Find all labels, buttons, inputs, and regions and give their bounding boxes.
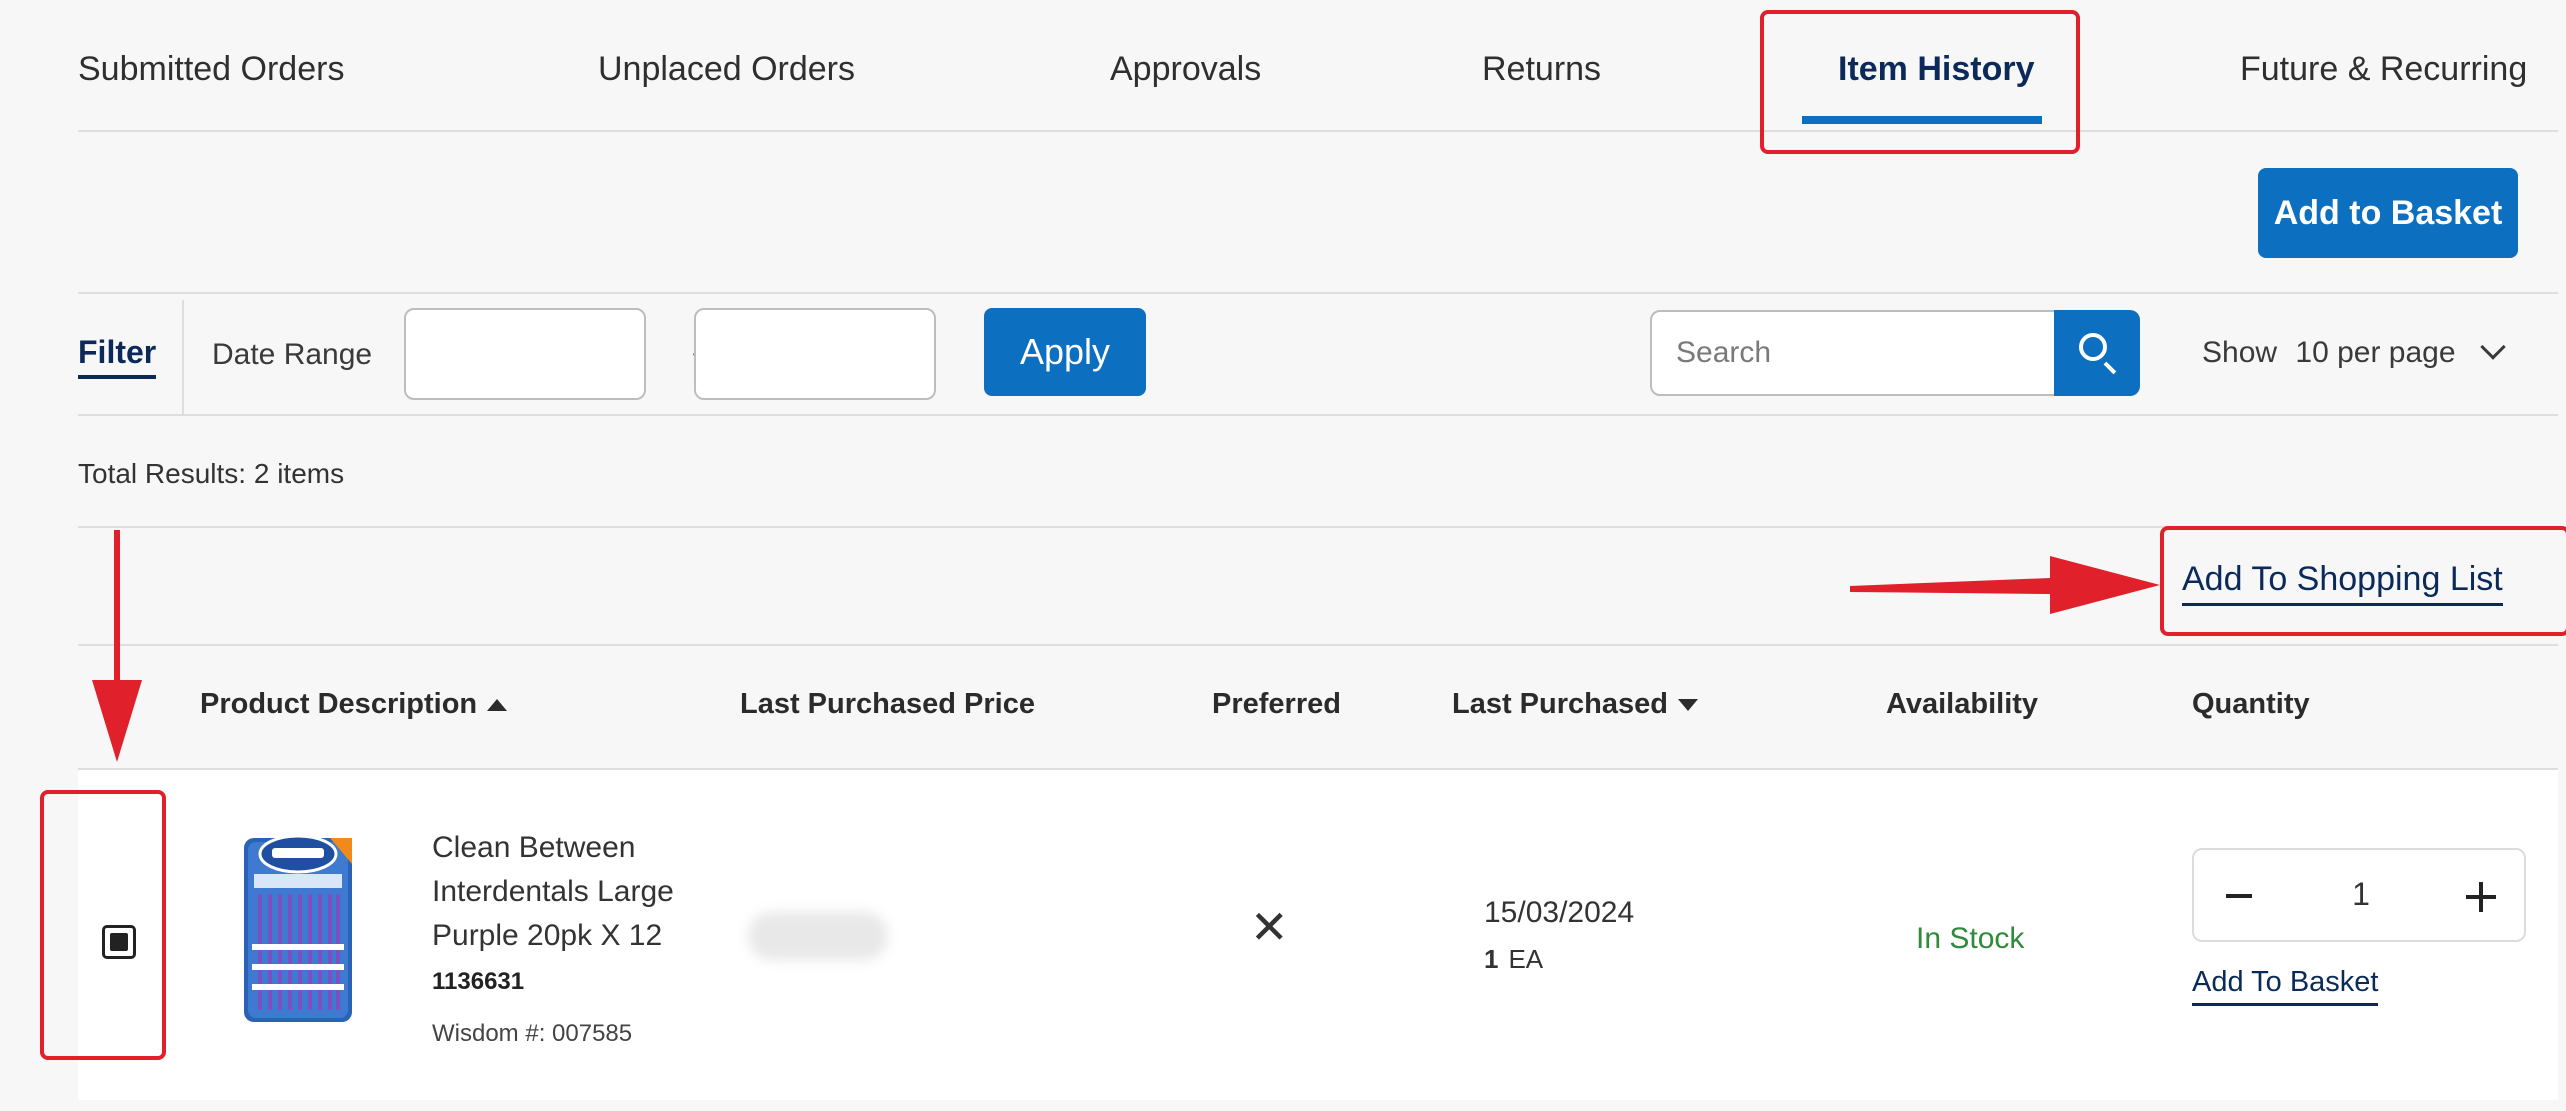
add-to-basket-button[interactable]: Add to Basket bbox=[2258, 168, 2518, 258]
plus-icon[interactable] bbox=[2466, 882, 2496, 912]
wisdom-number: Wisdom #: 007585 bbox=[432, 1020, 633, 1047]
chevron-down-icon bbox=[2480, 334, 2506, 360]
annotation-box-item-history bbox=[1760, 10, 2080, 154]
date-range-label: Date Range bbox=[212, 338, 373, 371]
date-to-input[interactable] bbox=[694, 308, 936, 400]
preferred-x-icon[interactable]: ✕ bbox=[1250, 900, 1289, 954]
tab-future-recurring[interactable]: Future & Recurring bbox=[2240, 50, 2527, 89]
search-input[interactable] bbox=[1650, 310, 2058, 396]
tab-unplaced-orders[interactable]: Unplaced Orders bbox=[598, 50, 855, 89]
search-button[interactable] bbox=[2054, 310, 2140, 396]
col-label: Last Purchased bbox=[1452, 688, 1668, 720]
last-purchased-price-blurred bbox=[748, 912, 888, 960]
availability-status: In Stock bbox=[1916, 922, 2025, 955]
filter-link[interactable]: Filter bbox=[78, 334, 157, 379]
col-label: Product Description bbox=[200, 688, 478, 720]
last-purchased-qty-value: 1 bbox=[1484, 944, 1499, 974]
annotation-arrow-down bbox=[92, 530, 142, 762]
col-quantity: Quantity bbox=[2192, 688, 2310, 720]
item-history-page: Submitted Orders Unplaced Orders Approva… bbox=[30, 0, 2566, 1111]
col-preferred: Preferred bbox=[1212, 688, 1341, 720]
apply-button[interactable]: Apply bbox=[984, 308, 1146, 396]
product-sku: 1136631 bbox=[432, 968, 525, 995]
filter-divider bbox=[182, 300, 184, 414]
annotation-box-shopping-list bbox=[2160, 526, 2566, 636]
search-icon-handle bbox=[2103, 361, 2117, 375]
order-tabs: Submitted Orders Unplaced Orders Approva… bbox=[78, 50, 2558, 132]
minus-icon[interactable] bbox=[2226, 894, 2252, 898]
col-availability: Availability bbox=[1886, 688, 2039, 720]
tab-submitted-orders[interactable]: Submitted Orders bbox=[78, 50, 344, 89]
col-product-description[interactable]: Product Description bbox=[200, 688, 508, 721]
per-page-value: 10 per page bbox=[2295, 336, 2456, 369]
col-last-purchased[interactable]: Last Purchased bbox=[1452, 688, 1698, 721]
row-add-to-basket-link[interactable]: Add To Basket bbox=[2192, 966, 2379, 1006]
divider bbox=[78, 414, 2558, 416]
total-results: Total Results: 2 items bbox=[78, 458, 345, 489]
sort-up-icon bbox=[487, 699, 508, 711]
last-purchased-unit: EA bbox=[1508, 944, 1544, 974]
product-name[interactable]: Clean Between Interdentals Large Purple … bbox=[432, 826, 732, 958]
divider bbox=[78, 644, 2558, 646]
tab-approvals[interactable]: Approvals bbox=[1110, 50, 1261, 89]
sort-down-icon bbox=[1677, 699, 1698, 711]
date-from-input[interactable] bbox=[404, 308, 646, 400]
annotation-arrow-right bbox=[1850, 556, 2160, 614]
tab-returns[interactable]: Returns bbox=[1482, 50, 1601, 89]
col-last-purchased-price: Last Purchased Price bbox=[740, 688, 1035, 720]
last-purchased-qty: 1 EA bbox=[1484, 944, 1543, 975]
product-image bbox=[244, 834, 352, 1022]
per-page-select[interactable]: Show 10 per page bbox=[2202, 334, 2506, 370]
annotation-box-checkbox bbox=[40, 790, 166, 1060]
quantity-value[interactable]: 1 bbox=[2344, 876, 2378, 913]
show-label: Show bbox=[2202, 336, 2278, 369]
last-purchased-date: 15/03/2024 bbox=[1484, 896, 1635, 929]
search-icon bbox=[2079, 333, 2107, 361]
quantity-stepper: 1 bbox=[2192, 848, 2526, 942]
divider bbox=[78, 292, 2558, 294]
